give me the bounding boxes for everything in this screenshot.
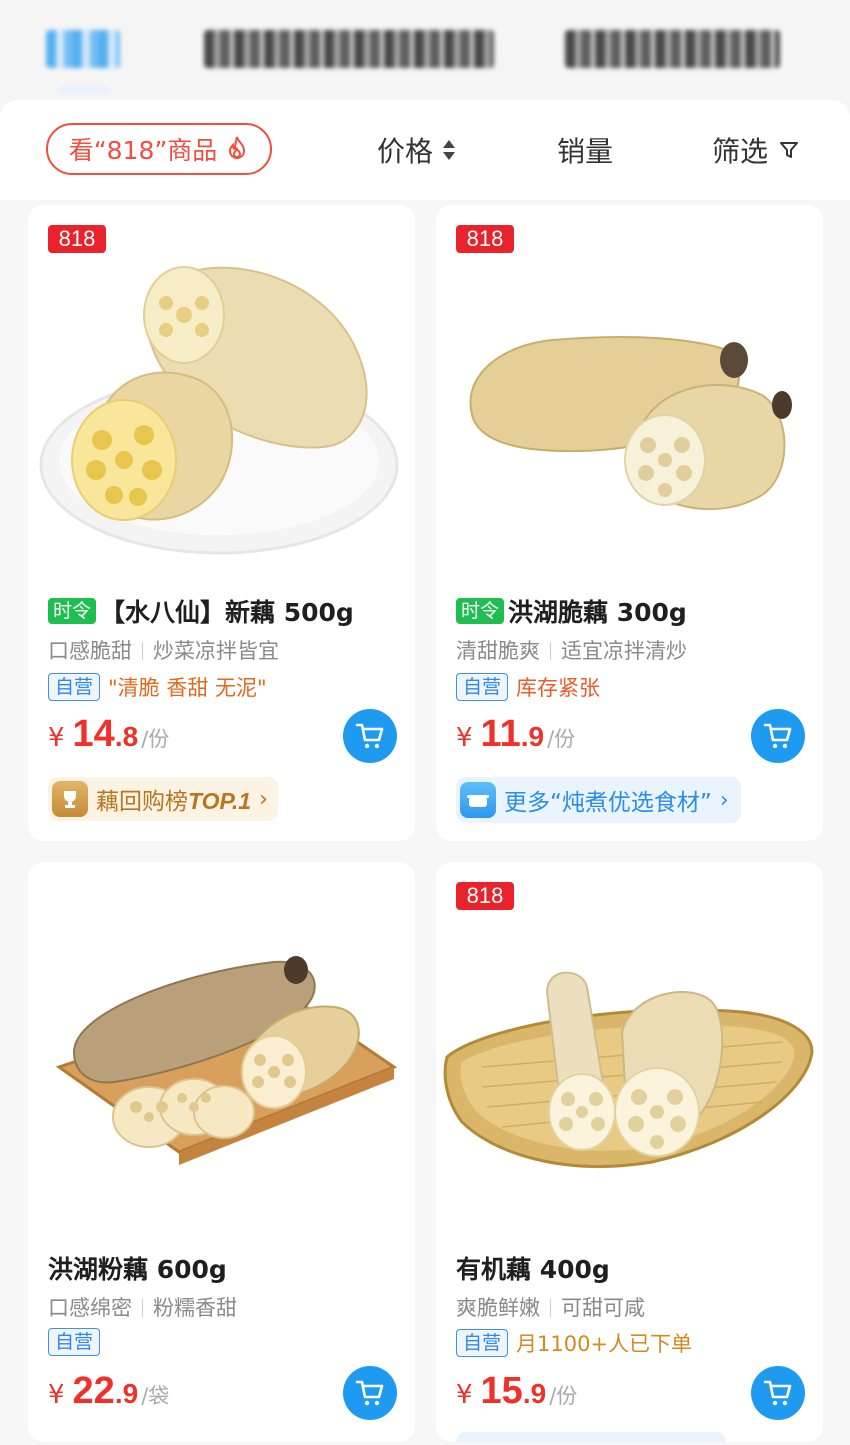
desc-2: 适宜凉拌清炒 [561, 639, 687, 663]
product-title-text: 洪湖脆藕 300g [508, 598, 687, 627]
product-card[interactable]: 818 时令 洪湖脆藕 300g 清甜脆爽 适宜凉拌清炒 自营 库存紧张 ¥11.… [436, 205, 823, 841]
product-price: ¥22.9/袋 [48, 1370, 170, 1412]
desc-1: 口感脆甜 [48, 639, 132, 663]
cart-icon [355, 1380, 384, 1406]
self-operated-badge: 自营 [456, 673, 509, 701]
product-title-text: 【水八仙】新藕 500g [100, 598, 354, 627]
tab-blurred-1[interactable] [46, 30, 120, 68]
price-int: 15 [480, 1370, 523, 1412]
add-to-cart-button[interactable] [751, 1366, 805, 1420]
product-title-text: 洪湖粉藕 600g [48, 1255, 227, 1284]
rank-top: TOP.1 [188, 788, 252, 814]
add-to-cart-button[interactable] [343, 1366, 397, 1420]
flame-icon [229, 136, 246, 159]
more-recommend-chip[interactable] [456, 1432, 726, 1442]
filter-label: 筛选 [712, 135, 769, 168]
repurchase-rank-chip[interactable]: 藕回购榜TOP.1 › [48, 777, 278, 821]
price-unit: /袋 [141, 1384, 170, 1408]
top-tab-bar [0, 0, 850, 100]
cart-icon [763, 723, 792, 749]
filter-button[interactable]: 筛选 [712, 130, 800, 170]
product-title: 洪湖粉藕 600g [48, 1250, 227, 1286]
sort-sales-label: 销量 [557, 135, 614, 168]
product-card[interactable]: 818 有机藕 400g 爽脆鲜嫩 可甜可咸 自营 月1100+人已下单 ¥15.… [436, 862, 823, 1442]
cart-icon [355, 723, 384, 749]
price-dec: .9 [522, 1378, 547, 1409]
product-tags: 自营 "清脆 香甜 无泥" [48, 672, 267, 702]
sort-price-button[interactable]: 价格 [377, 130, 456, 170]
product-desc: 爽脆鲜嫩 可甜可咸 [456, 1292, 645, 1322]
active-tab-indicator [58, 86, 110, 94]
product-note: 库存紧张 [516, 676, 601, 700]
desc-2: 可甜可咸 [561, 1296, 645, 1320]
badge-818: 818 [456, 882, 514, 910]
tab-blurred-2[interactable] [204, 30, 494, 68]
funnel-icon [780, 142, 799, 158]
price-int: 22 [72, 1370, 115, 1412]
product-desc: 清甜脆爽 适宜凉拌清炒 [456, 635, 687, 665]
promo-818-label: 看“818”商品 [68, 136, 218, 165]
rank-text: 藕回购榜TOP.1 [96, 782, 251, 816]
product-price: ¥15.9/份 [456, 1370, 578, 1412]
price-int: 11 [480, 713, 521, 755]
price-int: 14 [72, 713, 115, 755]
desc-1: 口感绵密 [48, 1296, 132, 1320]
self-operated-badge: 自营 [48, 673, 101, 701]
sort-arrows-icon [443, 140, 456, 160]
product-image [39, 266, 399, 555]
add-to-cart-button[interactable] [751, 709, 805, 763]
promo-818-chip[interactable]: 看“818”商品 [46, 123, 272, 175]
product-desc: 口感脆甜 炒菜凉拌皆宜 [48, 635, 279, 665]
product-image [55, 956, 398, 1165]
self-operated-badge: 自营 [48, 1328, 101, 1356]
price-dec: .9 [114, 1378, 139, 1409]
more-recommend-chip[interactable]: 更多“炖煮优选食材” › [456, 777, 741, 823]
sort-sales-button[interactable]: 销量 [557, 130, 613, 170]
rank-label: 藕回购榜 [96, 789, 188, 815]
badge-818: 818 [48, 225, 106, 253]
desc-2: 粉糯香甜 [153, 1296, 237, 1320]
chevron-right-icon: › [719, 787, 729, 813]
price-dec: .8 [114, 721, 139, 752]
seasonal-tag: 时令 [456, 598, 505, 624]
sort-price-label: 价格 [377, 135, 434, 168]
product-tags: 自营 库存紧张 [456, 672, 600, 702]
product-desc: 口感绵密 粉糯香甜 [48, 1292, 237, 1322]
product-card[interactable]: 818 时令 【水八仙】新藕 500g 口感脆甜 炒菜凉拌皆宜 自营 "清脆 香甜… [28, 205, 415, 841]
chevron-right-icon: › [259, 786, 268, 812]
desc-1: 爽脆鲜嫩 [456, 1296, 540, 1320]
cart-icon [763, 1380, 792, 1406]
seasonal-tag: 时令 [48, 598, 97, 624]
product-tags: 自营 月1100+人已下单 [456, 1328, 692, 1358]
tab-blurred-3[interactable] [565, 30, 780, 68]
price-dec: .9 [520, 721, 545, 752]
product-title: 时令 洪湖脆藕 300g [456, 593, 687, 629]
filter-bar: 看“818”商品 价格 销量 筛选 [0, 100, 850, 200]
product-title: 有机藕 400g [456, 1250, 610, 1286]
product-title-text: 有机藕 400g [456, 1255, 610, 1284]
price-unit: /份 [549, 1384, 578, 1408]
product-note: "清脆 香甜 无泥" [108, 676, 267, 700]
product-price: ¥11.9/份 [456, 713, 576, 755]
product-title: 时令 【水八仙】新藕 500g [48, 593, 354, 629]
desc-2: 炒菜凉拌皆宜 [153, 639, 279, 663]
product-card[interactable]: 洪湖粉藕 600g 口感绵密 粉糯香甜 自营 ¥22.9/袋 [28, 862, 415, 1442]
product-image [469, 336, 792, 511]
self-operated-badge: 自营 [456, 1329, 509, 1357]
product-image [443, 971, 814, 1168]
price-unit: /份 [141, 727, 170, 751]
more-recommend-text: 更多“炖煮优选食材” [504, 790, 712, 816]
pot-icon [460, 782, 496, 818]
product-tags: 自营 [48, 1328, 101, 1356]
product-price: ¥14.8/份 [48, 713, 170, 755]
price-unit: /份 [547, 727, 576, 751]
badge-818: 818 [456, 225, 514, 253]
desc-1: 清甜脆爽 [456, 639, 540, 663]
product-note: 月1100+人已下单 [516, 1332, 693, 1356]
add-to-cart-button[interactable] [343, 709, 397, 763]
trophy-icon [52, 781, 88, 817]
